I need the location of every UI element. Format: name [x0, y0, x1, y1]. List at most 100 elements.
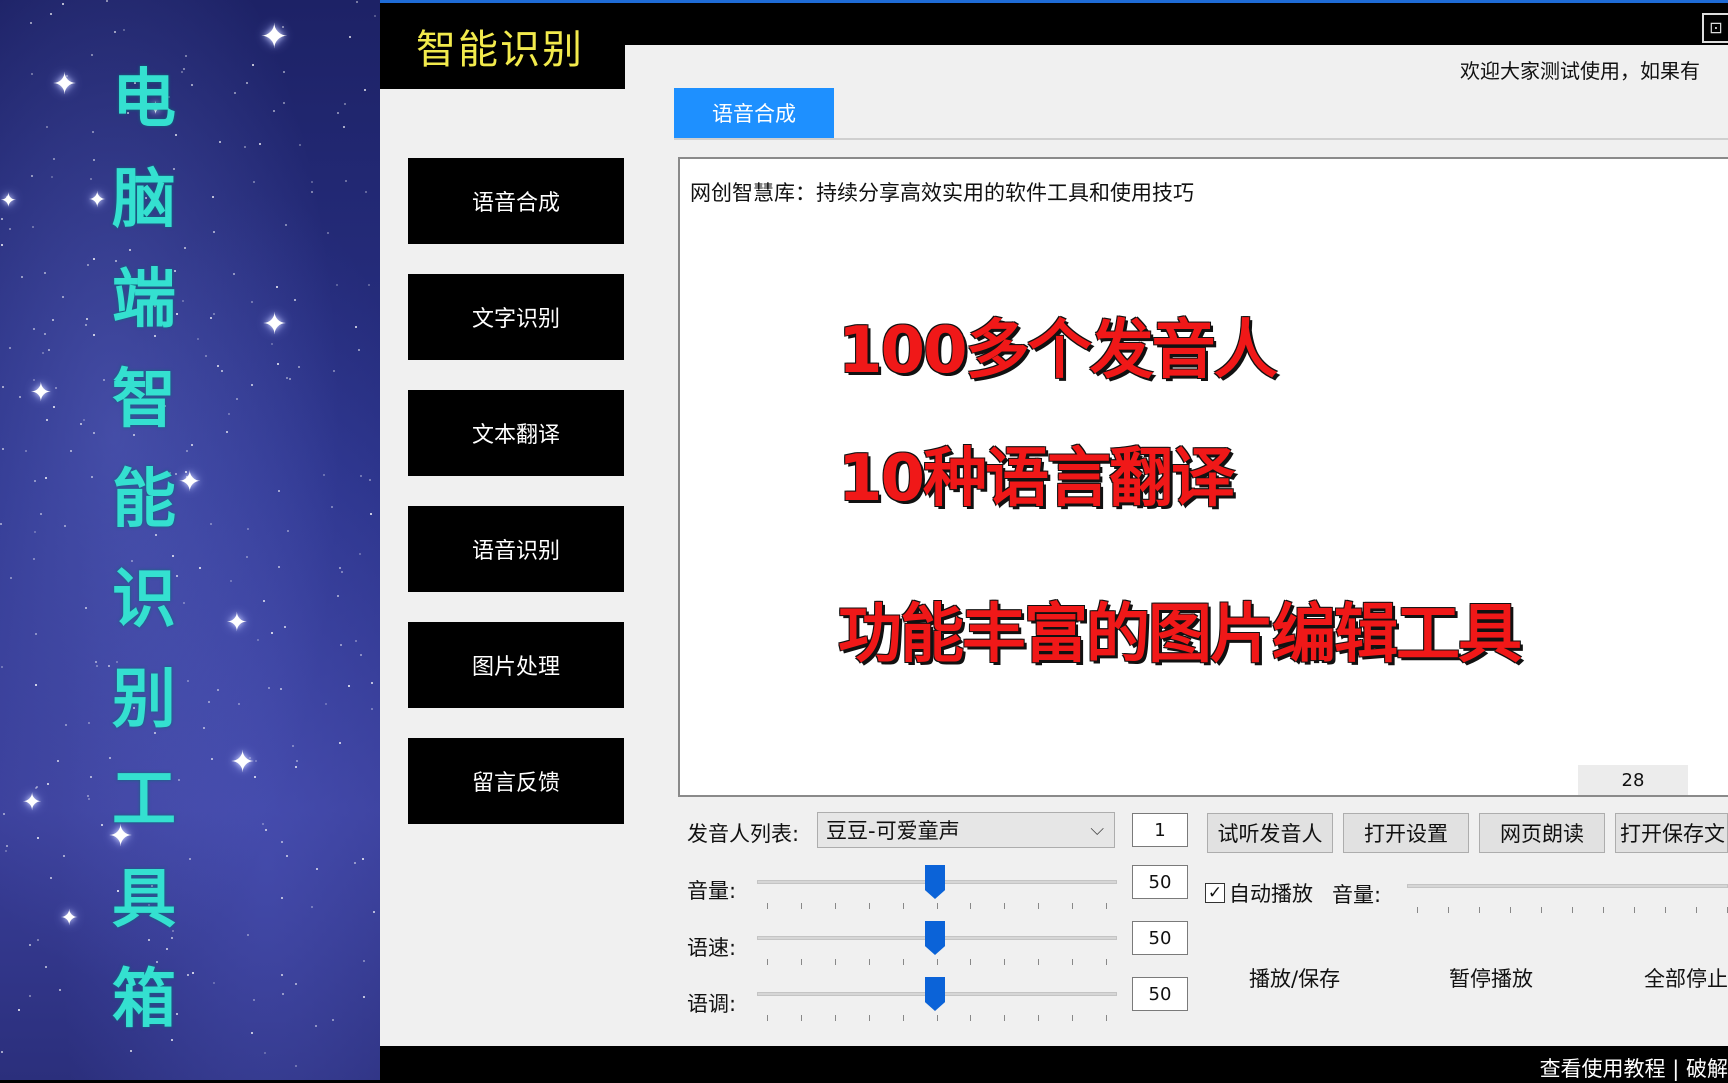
- star-dot: [47, 783, 49, 785]
- pitch-slider-thumb[interactable]: [925, 977, 945, 1011]
- speed-value[interactable]: 50: [1132, 921, 1188, 955]
- promo-line-image-tools: 功能丰富的图片编辑工具: [838, 598, 1522, 672]
- auto-play-checkbox[interactable]: ✓ 自动播放: [1205, 878, 1313, 908]
- star-dot: [19, 396, 21, 398]
- star-dot: [33, 558, 35, 560]
- star-dot: [315, 1025, 317, 1027]
- star-dot: [95, 661, 97, 663]
- star-dot: [31, 175, 33, 177]
- banner-char: 识: [112, 563, 176, 637]
- tab-divider: [674, 138, 1728, 140]
- preview-voice-button[interactable]: 试听发音人: [1207, 813, 1333, 853]
- open-save-folder-button[interactable]: 打开保存文: [1615, 813, 1728, 853]
- star-dot: [363, 960, 365, 962]
- star-dot: [251, 384, 253, 386]
- star-dot: [348, 685, 350, 687]
- star-dot: [6, 196, 8, 198]
- star-dot: [33, 379, 35, 381]
- checkbox-check-icon: ✓: [1205, 883, 1225, 903]
- star-dot: [62, 296, 64, 298]
- star-dot: [86, 318, 88, 320]
- status-bar: [380, 1046, 1728, 1083]
- open-settings-button[interactable]: 打开设置: [1343, 813, 1469, 853]
- star-dot: [341, 571, 343, 573]
- star-dot: [21, 276, 23, 278]
- star-dot: [349, 36, 351, 38]
- star-dot: [365, 191, 367, 193]
- banner-char: 箱: [112, 963, 176, 1037]
- volume-slider-thumb[interactable]: [925, 865, 945, 899]
- tab-tts[interactable]: 语音合成: [674, 88, 834, 138]
- star-dot: [37, 837, 39, 839]
- star-dot: [311, 191, 313, 193]
- star-dot: [52, 319, 54, 321]
- star-dot: [10, 577, 12, 579]
- star-dot: [340, 644, 342, 646]
- star-dot: [210, 523, 212, 525]
- star-dot: [287, 530, 289, 532]
- star-dot: [2, 448, 4, 450]
- playback-volume-slider[interactable]: [1407, 884, 1728, 888]
- star-dot: [265, 829, 267, 831]
- star-dot: [18, 1009, 20, 1011]
- pause-button[interactable]: 暂停播放: [1449, 963, 1533, 993]
- volume-value[interactable]: 50: [1132, 865, 1188, 899]
- web-read-button[interactable]: 网页朗读: [1479, 813, 1605, 853]
- star-dot: [1, 244, 3, 246]
- pitch-value[interactable]: 50: [1132, 977, 1188, 1011]
- star-dot: [369, 479, 371, 481]
- star-dot: [45, 477, 47, 479]
- star-dot: [212, 196, 214, 198]
- voice-select[interactable]: 豆豆-可爱童声 ⌵: [817, 812, 1115, 848]
- star-dot: [6, 845, 8, 847]
- star-dot: [85, 324, 87, 326]
- sidebar-item-translate[interactable]: 文本翻译: [408, 390, 624, 476]
- star-dot: [295, 766, 297, 768]
- star-dot: [271, 632, 273, 634]
- sidebar-item-asr[interactable]: 语音识别: [408, 506, 624, 592]
- star-dot: [40, 513, 42, 515]
- star-dot: [284, 626, 286, 628]
- star-dot: [181, 71, 183, 73]
- star-dot: [183, 68, 185, 70]
- star-dot: [333, 370, 335, 372]
- sidebar-item-image[interactable]: 图片处理: [408, 622, 624, 708]
- star-dot: [263, 600, 265, 602]
- star-dot: [184, 247, 186, 249]
- star-dot: [370, 513, 372, 515]
- play-save-button[interactable]: 播放/保存: [1249, 963, 1340, 993]
- star-icon: ✦: [262, 307, 288, 342]
- star-dot: [371, 708, 373, 710]
- star-dot: [2, 386, 4, 388]
- sidebar-item-ocr[interactable]: 文字识别: [408, 274, 624, 360]
- star-dot: [283, 71, 285, 73]
- star-dot: [37, 939, 39, 941]
- sidebar-item-feedback[interactable]: 留言反馈: [408, 738, 624, 824]
- window-shirt-icon[interactable]: ⊡: [1702, 13, 1728, 43]
- stop-all-button[interactable]: 全部停止: [1644, 963, 1728, 993]
- star-dot: [276, 286, 278, 288]
- star-dot: [197, 338, 199, 340]
- star-dot: [45, 966, 47, 968]
- app-title-box: 智能识别: [380, 3, 625, 89]
- star-dot: [255, 760, 257, 762]
- star-dot: [211, 758, 213, 760]
- star-dot: [1, 218, 3, 220]
- star-dot: [247, 528, 249, 530]
- sidebar-item-tts[interactable]: 语音合成: [408, 158, 624, 244]
- star-dot: [191, 444, 193, 446]
- star-dot: [244, 146, 246, 148]
- star-dot: [93, 258, 95, 260]
- star-dot: [286, 855, 288, 857]
- footer-links[interactable]: 查看使用教程 | 破解: [1540, 1053, 1728, 1083]
- star-dot: [253, 999, 255, 1001]
- star-dot: [64, 525, 66, 527]
- star-dot: [50, 877, 52, 879]
- star-dot: [285, 224, 287, 226]
- star-dot: [337, 112, 339, 114]
- star-dot: [90, 178, 92, 180]
- star-dot: [92, 131, 94, 133]
- promo-line-languages: 10种语言翻译: [838, 442, 1235, 516]
- voice-count-input[interactable]: 1: [1132, 813, 1188, 847]
- speed-slider-thumb[interactable]: [925, 921, 945, 955]
